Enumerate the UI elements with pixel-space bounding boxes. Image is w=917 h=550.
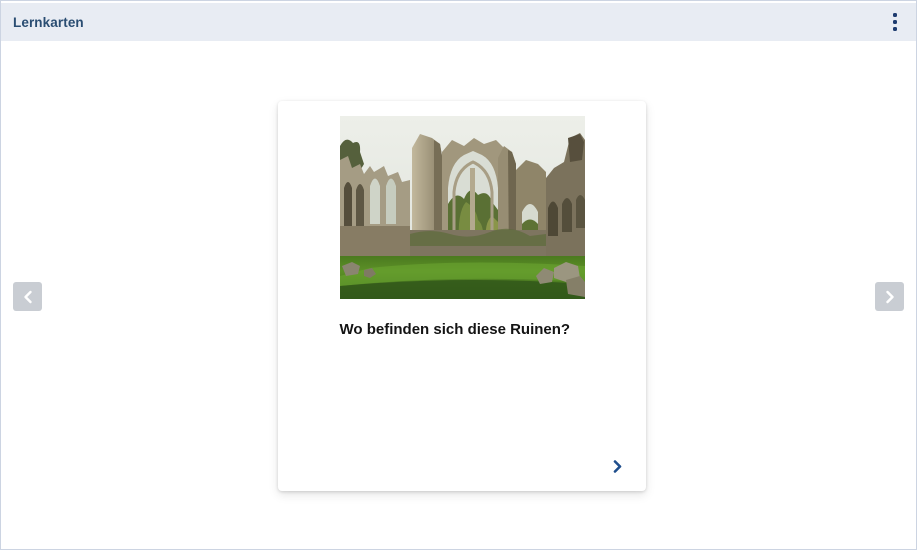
question-text: Wo befinden sich diese Ruinen? bbox=[339, 321, 571, 338]
flashcard: Wo befinden sich diese Ruinen? bbox=[278, 101, 646, 491]
header-bar: Lernkarten bbox=[1, 3, 916, 41]
next-card-button[interactable] bbox=[875, 282, 904, 311]
chevron-right-icon bbox=[884, 290, 896, 304]
kebab-dot bbox=[893, 13, 897, 17]
flashcard-image bbox=[339, 116, 585, 299]
chevron-left-icon bbox=[22, 290, 34, 304]
previous-card-button[interactable] bbox=[13, 282, 42, 311]
page-title: Lernkarten bbox=[13, 14, 84, 30]
flip-card-button[interactable] bbox=[605, 454, 629, 478]
chevron-right-icon bbox=[612, 459, 623, 473]
kebab-menu-button[interactable] bbox=[888, 9, 902, 35]
kebab-dot bbox=[893, 27, 897, 31]
flashcards-page: Lernkarten Wo befinden sich diese Ruinen… bbox=[0, 0, 917, 550]
kebab-dot bbox=[893, 20, 897, 24]
